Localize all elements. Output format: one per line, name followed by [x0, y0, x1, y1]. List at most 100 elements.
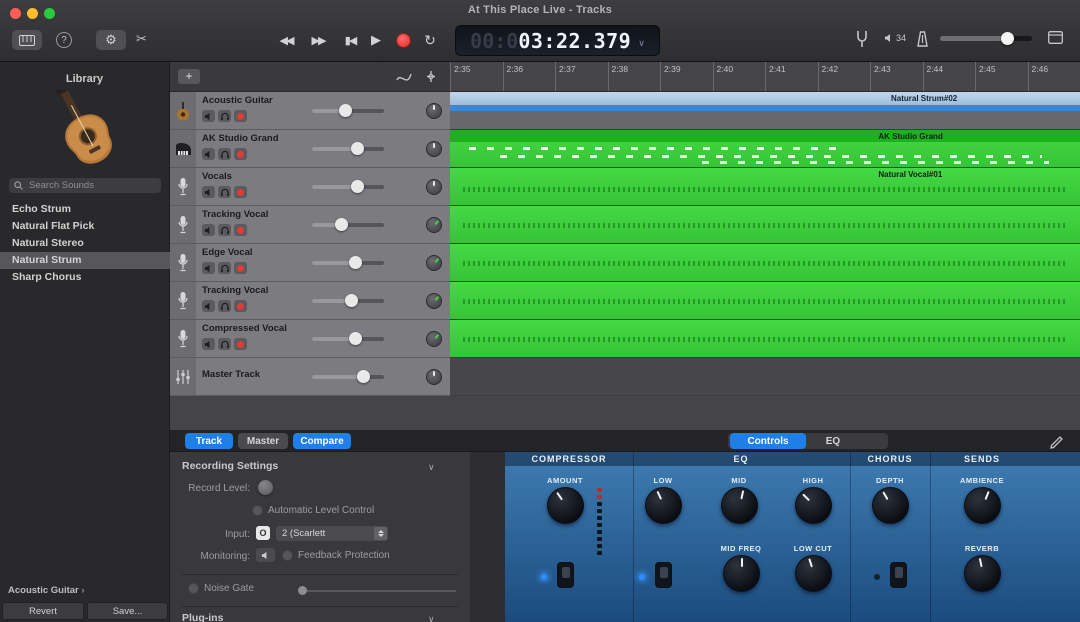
tab-track[interactable]: Track	[185, 433, 233, 449]
lane-ak-studio-grand[interactable]: AK Studio Grand	[450, 130, 1080, 168]
automation-icon[interactable]	[424, 70, 438, 83]
compressor-power-switch[interactable]	[557, 562, 574, 588]
noise-gate-slider[interactable]	[300, 590, 456, 592]
lane-tracking-vocal[interactable]	[450, 206, 1080, 244]
count-in-button[interactable]: 34	[884, 33, 906, 43]
media-browser-button[interactable]	[12, 30, 42, 50]
monitoring-button[interactable]	[256, 548, 275, 562]
solo-button[interactable]	[218, 338, 231, 350]
slider-thumb[interactable]	[349, 332, 362, 345]
region-body[interactable]	[450, 105, 1080, 111]
help-button[interactable]: ?	[56, 32, 72, 48]
input-format-button[interactable]: O	[256, 526, 270, 540]
slider-thumb[interactable]	[357, 370, 370, 383]
chorus-depth-knob[interactable]	[872, 487, 909, 524]
solo-button[interactable]	[218, 148, 231, 160]
master-track-volume-slider[interactable]	[312, 375, 384, 379]
lane-tracking-vocal-2[interactable]	[450, 282, 1080, 320]
revert-button[interactable]: Revert	[2, 602, 84, 620]
track-volume-slider[interactable]	[312, 147, 384, 151]
pan-knob[interactable]	[426, 293, 442, 309]
eq-low-knob[interactable]	[645, 487, 682, 524]
editor-button[interactable]: ✂	[136, 31, 147, 47]
pan-knob[interactable]	[426, 331, 442, 347]
mute-button[interactable]	[202, 224, 215, 236]
mute-button[interactable]	[202, 110, 215, 122]
solo-button[interactable]	[218, 186, 231, 198]
eq-mid-freq-knob[interactable]	[723, 555, 760, 592]
mixer-icon[interactable]	[396, 70, 412, 83]
track-header-compressed-vocal[interactable]: Compressed Vocal	[170, 320, 450, 358]
metronome-button[interactable]	[916, 31, 929, 47]
record-enable-button[interactable]	[234, 186, 247, 198]
track-header-edge-vocal[interactable]: Edge Vocal	[170, 244, 450, 282]
mute-button[interactable]	[202, 262, 215, 274]
lcd-display[interactable]: 00:003:22.379 ∨	[455, 25, 660, 56]
track-volume-slider[interactable]	[312, 337, 384, 341]
lane-compressed-vocal[interactable]	[450, 320, 1080, 358]
compressor-amount-knob[interactable]	[547, 487, 584, 524]
lane-edge-vocal[interactable]	[450, 244, 1080, 282]
go-to-beginning-button[interactable]: ▮◀	[338, 28, 362, 52]
pan-knob[interactable]	[426, 141, 442, 157]
pan-knob[interactable]	[426, 255, 442, 271]
lcd-mode-chevron-icon[interactable]: ∨	[638, 38, 645, 49]
library-search[interactable]	[9, 178, 161, 193]
pan-knob[interactable]	[426, 103, 442, 119]
library-item-natural-stereo[interactable]: Natural Stereo	[0, 235, 170, 252]
add-track-button[interactable]: +	[178, 69, 200, 84]
solo-button[interactable]	[218, 300, 231, 312]
track-volume-slider[interactable]	[312, 185, 384, 189]
master-volume-slider[interactable]	[940, 36, 1032, 41]
feedback-protection-checkbox[interactable]	[282, 550, 293, 561]
lane-acoustic-guitar[interactable]: Natural Strum#02	[450, 92, 1080, 130]
pan-knob[interactable]	[426, 179, 442, 195]
record-enable-button[interactable]	[234, 300, 247, 312]
pencil-icon[interactable]	[1050, 436, 1063, 449]
record-enable-button[interactable]	[234, 110, 247, 122]
tab-compare[interactable]: Compare	[293, 433, 351, 449]
eq-mid-knob[interactable]	[721, 487, 758, 524]
chevron-down-icon[interactable]: ∨	[428, 614, 435, 622]
solo-button[interactable]	[218, 224, 231, 236]
slider-thumb[interactable]	[351, 180, 364, 193]
track-volume-slider[interactable]	[312, 299, 384, 303]
chorus-power-switch[interactable]	[890, 562, 907, 588]
track-header-acoustic-guitar[interactable]: Acoustic Guitar	[170, 92, 450, 130]
input-source-select[interactable]: 2 (Scarlett	[276, 526, 388, 541]
cycle-button[interactable]: ↻	[420, 28, 440, 52]
solo-button[interactable]	[218, 110, 231, 122]
slider-thumb[interactable]	[345, 294, 358, 307]
library-item-natural-strum[interactable]: Natural Strum	[0, 252, 170, 269]
track-header-vocals[interactable]: Vocals	[170, 168, 450, 206]
forward-button[interactable]: ▶▶	[304, 28, 332, 52]
lane-vocals[interactable]: Natural Vocal#01	[450, 168, 1080, 206]
empty-track-area[interactable]	[170, 396, 1080, 430]
tab-master[interactable]: Master	[238, 433, 288, 449]
track-volume-slider[interactable]	[312, 261, 384, 265]
track-header-tracking-vocal-2[interactable]: Tracking Vocal	[170, 282, 450, 320]
library-item-sharp-chorus[interactable]: Sharp Chorus	[0, 269, 170, 286]
eq-high-knob[interactable]	[795, 487, 832, 524]
noise-gate-checkbox[interactable]	[188, 583, 199, 594]
slider-thumb[interactable]	[351, 142, 364, 155]
record-enable-button[interactable]	[234, 224, 247, 236]
tab-eq[interactable]: EQ	[810, 433, 856, 449]
record-enable-button[interactable]	[234, 262, 247, 274]
pan-knob[interactable]	[426, 217, 442, 233]
solo-button[interactable]	[218, 262, 231, 274]
sends-reverb-knob[interactable]	[964, 555, 1001, 592]
track-header-tracking-vocal[interactable]: Tracking Vocal	[170, 206, 450, 244]
mute-button[interactable]	[202, 338, 215, 350]
mute-button[interactable]	[202, 300, 215, 312]
pan-knob[interactable]	[426, 369, 442, 385]
auto-level-checkbox[interactable]	[252, 505, 263, 516]
rewind-button[interactable]: ◀◀	[272, 28, 300, 52]
sends-ambience-knob[interactable]	[964, 487, 1001, 524]
lane-master[interactable]	[450, 358, 1080, 396]
master-volume-thumb[interactable]	[1001, 32, 1014, 45]
tuner-button[interactable]	[856, 30, 868, 48]
noise-gate-thumb[interactable]	[298, 586, 307, 595]
mute-button[interactable]	[202, 186, 215, 198]
save-button[interactable]: Save...	[87, 602, 168, 620]
